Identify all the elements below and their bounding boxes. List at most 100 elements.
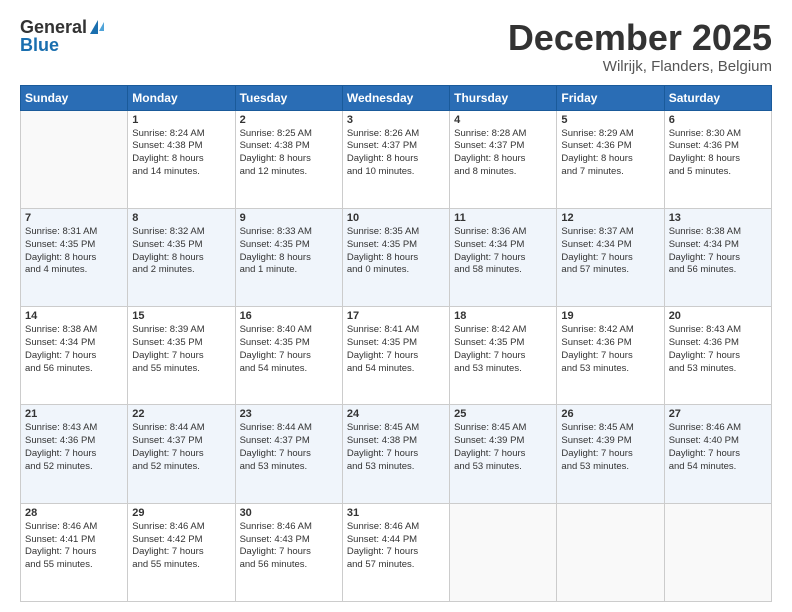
logo-blue: Blue	[20, 36, 59, 54]
day-number: 21	[25, 408, 123, 420]
day-info: Sunrise: 8:30 AMSunset: 4:36 PMDaylight:…	[669, 128, 767, 179]
table-row: 5Sunrise: 8:29 AMSunset: 4:36 PMDaylight…	[557, 110, 664, 208]
day-info: Sunrise: 8:46 AMSunset: 4:41 PMDaylight:…	[25, 521, 123, 572]
logo-triangle-icon	[90, 20, 98, 34]
day-info: Sunrise: 8:41 AMSunset: 4:35 PMDaylight:…	[347, 324, 445, 375]
day-info: Sunrise: 8:32 AMSunset: 4:35 PMDaylight:…	[132, 226, 230, 277]
day-info: Sunrise: 8:33 AMSunset: 4:35 PMDaylight:…	[240, 226, 338, 277]
day-number: 14	[25, 310, 123, 322]
table-row	[21, 110, 128, 208]
day-info: Sunrise: 8:36 AMSunset: 4:34 PMDaylight:…	[454, 226, 552, 277]
day-info: Sunrise: 8:46 AMSunset: 4:42 PMDaylight:…	[132, 521, 230, 572]
day-number: 1	[132, 114, 230, 126]
day-number: 27	[669, 408, 767, 420]
day-number: 24	[347, 408, 445, 420]
day-info: Sunrise: 8:40 AMSunset: 4:35 PMDaylight:…	[240, 324, 338, 375]
logo-general: General	[20, 18, 87, 36]
day-number: 18	[454, 310, 552, 322]
day-info: Sunrise: 8:25 AMSunset: 4:38 PMDaylight:…	[240, 128, 338, 179]
day-info: Sunrise: 8:46 AMSunset: 4:44 PMDaylight:…	[347, 521, 445, 572]
day-number: 28	[25, 507, 123, 519]
table-row: 8 Sunrise: 8:32 AMSunset: 4:35 PMDaylight…	[128, 208, 235, 306]
col-wednesday: Wednesday	[342, 85, 449, 110]
page: General Blue December 2025 Wilrijk, Flan…	[0, 0, 792, 612]
table-row	[450, 503, 557, 601]
table-row: 22 Sunrise: 8:44 AMSunset: 4:37 PMDayligh…	[128, 405, 235, 503]
table-row: 18Sunrise: 8:42 AMSunset: 4:35 PMDayligh…	[450, 307, 557, 405]
col-tuesday: Tuesday	[235, 85, 342, 110]
table-row: 11 Sunrise: 8:36 AMSunset: 4:34 PMDayligh…	[450, 208, 557, 306]
day-number: 12	[561, 212, 659, 224]
logo-triangle-small-icon	[99, 22, 104, 31]
day-number: 29	[132, 507, 230, 519]
table-row: 7Sunrise: 8:31 AMSunset: 4:35 PMDaylight…	[21, 208, 128, 306]
day-number: 20	[669, 310, 767, 322]
day-info: Sunrise: 8:39 AMSunset: 4:35 PMDaylight:…	[132, 324, 230, 375]
calendar-week-row: 14Sunrise: 8:38 AMSunset: 4:34 PMDayligh…	[21, 307, 772, 405]
calendar-header-row: Sunday Monday Tuesday Wednesday Thursday…	[21, 85, 772, 110]
day-number: 8	[132, 212, 230, 224]
title-block: December 2025 Wilrijk, Flanders, Belgium	[508, 18, 772, 75]
day-info: Sunrise: 8:24 AMSunset: 4:38 PMDaylight:…	[132, 128, 230, 179]
day-info: Sunrise: 8:35 AMSunset: 4:35 PMDaylight:…	[347, 226, 445, 277]
table-row: 9 Sunrise: 8:33 AMSunset: 4:35 PMDaylight…	[235, 208, 342, 306]
day-info: Sunrise: 8:45 AMSunset: 4:39 PMDaylight:…	[561, 422, 659, 473]
col-monday: Monday	[128, 85, 235, 110]
day-info: Sunrise: 8:42 AMSunset: 4:36 PMDaylight:…	[561, 324, 659, 375]
table-row: 14Sunrise: 8:38 AMSunset: 4:34 PMDayligh…	[21, 307, 128, 405]
day-info: Sunrise: 8:38 AMSunset: 4:34 PMDaylight:…	[669, 226, 767, 277]
day-number: 4	[454, 114, 552, 126]
day-info: Sunrise: 8:46 AMSunset: 4:43 PMDaylight:…	[240, 521, 338, 572]
day-info: Sunrise: 8:46 AMSunset: 4:40 PMDaylight:…	[669, 422, 767, 473]
day-info: Sunrise: 8:31 AMSunset: 4:35 PMDaylight:…	[25, 226, 123, 277]
table-row: 27 Sunrise: 8:46 AMSunset: 4:40 PMDayligh…	[664, 405, 771, 503]
day-number: 11	[454, 212, 552, 224]
table-row: 30 Sunrise: 8:46 AMSunset: 4:43 PMDayligh…	[235, 503, 342, 601]
day-number: 31	[347, 507, 445, 519]
day-number: 22	[132, 408, 230, 420]
table-row: 23Sunrise: 8:44 AMSunset: 4:37 PMDayligh…	[235, 405, 342, 503]
calendar-week-row: 28 Sunrise: 8:46 AMSunset: 4:41 PMDayligh…	[21, 503, 772, 601]
table-row: 26 Sunrise: 8:45 AMSunset: 4:39 PMDayligh…	[557, 405, 664, 503]
table-row	[664, 503, 771, 601]
day-number: 9	[240, 212, 338, 224]
table-row: 3Sunrise: 8:26 AMSunset: 4:37 PMDaylight…	[342, 110, 449, 208]
day-number: 19	[561, 310, 659, 322]
table-row: 24 Sunrise: 8:45 AMSunset: 4:38 PMDayligh…	[342, 405, 449, 503]
table-row: 28 Sunrise: 8:46 AMSunset: 4:41 PMDayligh…	[21, 503, 128, 601]
col-thursday: Thursday	[450, 85, 557, 110]
table-row: 10 Sunrise: 8:35 AMSunset: 4:35 PMDayligh…	[342, 208, 449, 306]
table-row: 6 Sunrise: 8:30 AMSunset: 4:36 PMDaylight…	[664, 110, 771, 208]
calendar-table: Sunday Monday Tuesday Wednesday Thursday…	[20, 85, 772, 602]
table-row: 4 Sunrise: 8:28 AMSunset: 4:37 PMDaylight…	[450, 110, 557, 208]
col-saturday: Saturday	[664, 85, 771, 110]
day-number: 10	[347, 212, 445, 224]
table-row: 13Sunrise: 8:38 AMSunset: 4:34 PMDayligh…	[664, 208, 771, 306]
table-row: 2Sunrise: 8:25 AMSunset: 4:38 PMDaylight…	[235, 110, 342, 208]
day-number: 3	[347, 114, 445, 126]
table-row	[557, 503, 664, 601]
day-info: Sunrise: 8:28 AMSunset: 4:37 PMDaylight:…	[454, 128, 552, 179]
day-number: 16	[240, 310, 338, 322]
table-row: 20 Sunrise: 8:43 AMSunset: 4:36 PMDayligh…	[664, 307, 771, 405]
table-row: 21Sunrise: 8:43 AMSunset: 4:36 PMDayligh…	[21, 405, 128, 503]
day-number: 25	[454, 408, 552, 420]
header: General Blue December 2025 Wilrijk, Flan…	[20, 18, 772, 75]
day-number: 6	[669, 114, 767, 126]
title-month: December 2025	[508, 18, 772, 58]
day-info: Sunrise: 8:45 AMSunset: 4:39 PMDaylight:…	[454, 422, 552, 473]
table-row: 25 Sunrise: 8:45 AMSunset: 4:39 PMDayligh…	[450, 405, 557, 503]
day-number: 26	[561, 408, 659, 420]
table-row: 29 Sunrise: 8:46 AMSunset: 4:42 PMDayligh…	[128, 503, 235, 601]
day-info: Sunrise: 8:45 AMSunset: 4:38 PMDaylight:…	[347, 422, 445, 473]
day-number: 30	[240, 507, 338, 519]
day-number: 17	[347, 310, 445, 322]
day-info: Sunrise: 8:44 AMSunset: 4:37 PMDaylight:…	[132, 422, 230, 473]
table-row: 19 Sunrise: 8:42 AMSunset: 4:36 PMDayligh…	[557, 307, 664, 405]
day-info: Sunrise: 8:43 AMSunset: 4:36 PMDaylight:…	[669, 324, 767, 375]
table-row: 31 Sunrise: 8:46 AMSunset: 4:44 PMDayligh…	[342, 503, 449, 601]
col-friday: Friday	[557, 85, 664, 110]
table-row: 15 Sunrise: 8:39 AMSunset: 4:35 PMDayligh…	[128, 307, 235, 405]
day-info: Sunrise: 8:29 AMSunset: 4:36 PMDaylight:…	[561, 128, 659, 179]
day-number: 15	[132, 310, 230, 322]
